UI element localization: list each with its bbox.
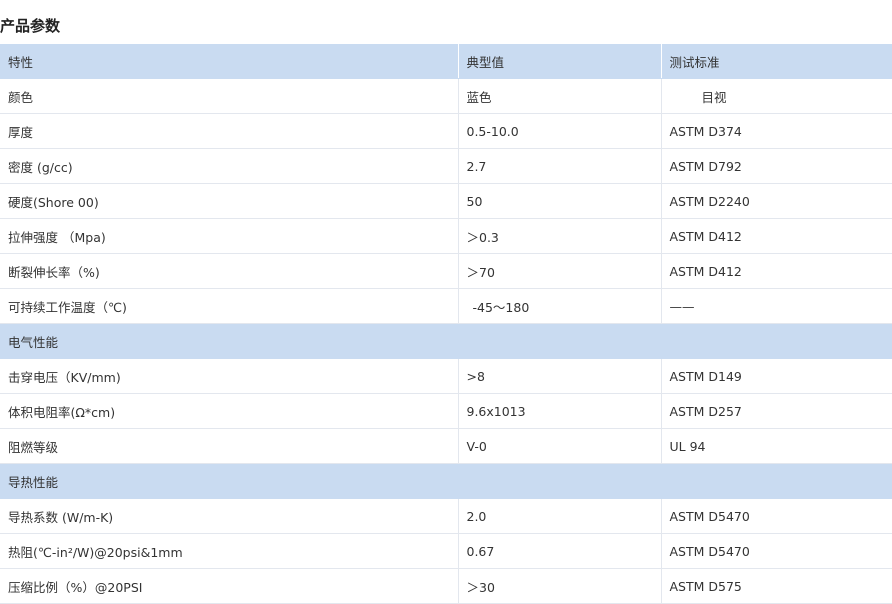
standard-cell: UL 94 — [661, 428, 892, 464]
table-row: 击穿电压（KV/mm) >8 ASTM D149 — [0, 358, 892, 394]
table-row: 颜色 蓝色 目视 — [0, 78, 892, 114]
table-row: 可持续工作温度（℃) -45～180 —— — [0, 288, 892, 324]
table-row: 导热系数 (W/m-K) 2.0 ASTM D5470 — [0, 498, 892, 534]
value-cell: >8 — [458, 358, 662, 394]
standard-cell: ASTM D374 — [661, 113, 892, 149]
standard-cell: 目视 — [661, 78, 892, 114]
table-row: 热阻(℃-in²/W)@20psi&1mm 0.67 ASTM D5470 — [0, 533, 892, 569]
standard-cell: ASTM D2240 — [661, 183, 892, 219]
standard-cell: ASTM D412 — [661, 218, 892, 254]
value-cell: 2.0 — [458, 498, 662, 534]
value-cell: V-0 — [458, 428, 662, 464]
property-cell: 导热系数 (W/m-K) — [0, 498, 459, 534]
table-row: 阻燃等级 V-0 UL 94 — [0, 428, 892, 464]
page-title: 产品参数 — [0, 17, 61, 35]
value-cell: 0.5-10.0 — [458, 113, 662, 149]
table-row: 压缩比例（%）@20PSI ＞30 ASTM D575 — [0, 568, 892, 604]
property-cell: 拉伸强度 （Mpa) — [0, 218, 459, 254]
table-row: 断裂伸长率（%) ＞70 ASTM D412 — [0, 253, 892, 289]
property-cell: 密度 (g/cc) — [0, 148, 459, 184]
value-cell: 0.67 — [458, 533, 662, 569]
value-cell: -45～180 — [458, 288, 662, 324]
property-cell: 热阻(℃-in²/W)@20psi&1mm — [0, 533, 459, 569]
property-cell: 断裂伸长率（%) — [0, 253, 459, 289]
column-header-property: 特性 — [0, 44, 459, 79]
table-header-row: 特性 典型值 测试标准 — [0, 44, 892, 79]
standard-cell: ASTM D257 — [661, 393, 892, 429]
section-row-thermal: 导热性能 — [0, 463, 892, 499]
value-cell: ＞70 — [458, 253, 662, 289]
section-title-electrical: 电气性能 — [0, 323, 892, 359]
section-row-electrical: 电气性能 — [0, 323, 892, 359]
table-row: 体积电阻率(Ω*cm) 9.6x1013 ASTM D257 — [0, 393, 892, 429]
value-cell: ＞0.3 — [458, 218, 662, 254]
standard-cell: ASTM D412 — [661, 253, 892, 289]
property-cell: 击穿电压（KV/mm) — [0, 358, 459, 394]
standard-cell: ASTM D5470 — [661, 498, 892, 534]
section-title-thermal: 导热性能 — [0, 463, 892, 499]
table-row: 拉伸强度 （Mpa) ＞0.3 ASTM D412 — [0, 218, 892, 254]
property-cell: 可持续工作温度（℃) — [0, 288, 459, 324]
table-row: 密度 (g/cc) 2.7 ASTM D792 — [0, 148, 892, 184]
value-cell: 50 — [458, 183, 662, 219]
table-row: 硬度(Shore 00) 50 ASTM D2240 — [0, 183, 892, 219]
column-header-test-standard: 测试标准 — [661, 44, 892, 79]
standard-cell: ASTM D5470 — [661, 533, 892, 569]
value-cell: 9.6x1013 — [458, 393, 662, 429]
property-cell: 硬度(Shore 00) — [0, 183, 459, 219]
standard-cell: ASTM D792 — [661, 148, 892, 184]
standard-cell: ASTM D575 — [661, 568, 892, 604]
property-cell: 厚度 — [0, 113, 459, 149]
table-row: 厚度 0.5-10.0 ASTM D374 — [0, 113, 892, 149]
product-parameters-table: 特性 典型值 测试标准 颜色 蓝色 目视 厚度 0.5-10.0 ASTM D3… — [0, 44, 892, 604]
standard-cell: —— — [661, 288, 892, 324]
value-cell: 2.7 — [458, 148, 662, 184]
standard-cell: ASTM D149 — [661, 358, 892, 394]
property-cell: 体积电阻率(Ω*cm) — [0, 393, 459, 429]
property-cell: 阻燃等级 — [0, 428, 459, 464]
column-header-typical-value: 典型值 — [458, 44, 662, 79]
property-cell: 压缩比例（%）@20PSI — [0, 568, 459, 604]
value-cell: 蓝色 — [458, 78, 662, 114]
value-cell: ＞30 — [458, 568, 662, 604]
property-cell: 颜色 — [0, 78, 459, 114]
